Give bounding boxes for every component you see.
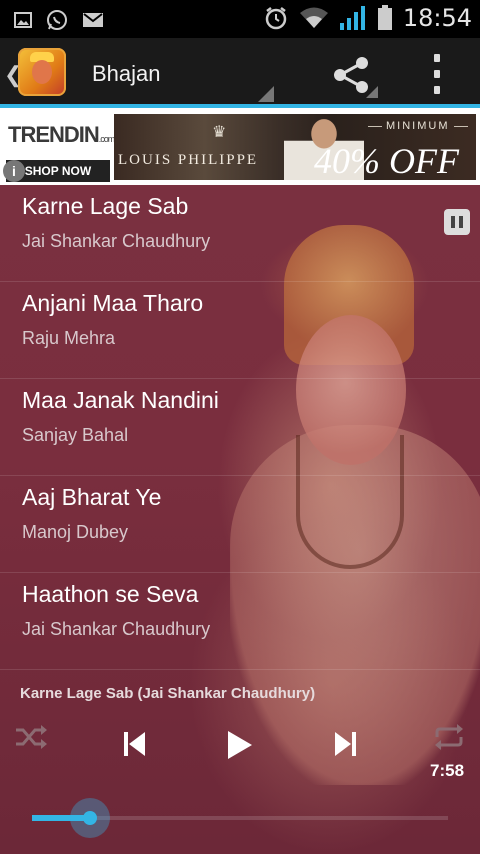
track-item[interactable]: Maa Janak Nandini Sanjay Bahal [0,379,480,476]
action-bar: ❮ Bhajan [0,38,480,108]
ad-brand1: TRENDIN [8,122,100,147]
ad-brand2: LOUIS PHILIPPE [118,152,259,168]
ad-offer: 40% OFF [314,141,459,180]
track-title: Maa Janak Nandini [22,387,219,413]
play-button[interactable] [222,727,256,763]
status-bar: 18:54 [0,0,480,38]
track-artist: Jai Shankar Chaudhury [22,619,211,639]
main-content: Karne Lage Sab Jai Shankar Chaudhury Anj… [0,185,480,854]
share-dropdown-indicator [366,86,378,98]
shuffle-icon [16,725,47,749]
seek-thumb[interactable] [70,798,111,838]
track-artist: Sanjay Bahal [22,425,129,445]
now-playing-label: Karne Lage Sab (Jai Shankar Chaudhury) [20,685,316,702]
shuffle-button[interactable] [14,723,48,751]
ad-info-icon[interactable]: i [3,160,25,182]
status-time: 18:54 [402,4,472,32]
wifi-icon [299,7,328,28]
picture-icon [14,12,32,28]
app-icon[interactable] [18,48,66,96]
duration-time: 7:58 [430,761,465,780]
repeat-button[interactable] [432,723,466,751]
track-item[interactable]: Karne Lage Sab Jai Shankar Chaudhury [0,185,480,282]
track-item[interactable]: Haathon se Seva Jai Shankar Chaudhury [0,573,480,670]
next-icon [335,732,356,756]
gmail-icon [83,13,103,27]
face-shape [32,60,52,84]
previous-button[interactable] [120,727,150,761]
track-title: Aaj Bharat Ye [22,484,162,510]
play-icon [228,731,252,759]
track-item[interactable]: Aaj Bharat Ye Manoj Dubey [0,476,480,573]
crown-icon: ♛ [212,124,227,141]
ad-offer-prefix: MINIMUM [364,120,472,132]
next-button[interactable] [330,727,360,761]
battery-icon [377,5,392,30]
track-artist: Raju Mehra [22,328,116,348]
track-title: Karne Lage Sab [22,193,189,219]
ad-banner[interactable]: TRENDIN.com SHOP NOW ♛ LOUIS PHILIPPE MI… [0,108,480,185]
whatsapp-icon [47,10,67,30]
track-title: Anjani Maa Tharo [22,290,204,316]
track-artist: Jai Shankar Chaudhury [22,231,211,251]
signal-icon [339,6,365,30]
track-artist: Manoj Dubey [22,522,129,542]
track-list: Karne Lage Sab Jai Shankar Chaudhury Anj… [0,185,480,670]
app-title[interactable]: Bhajan [92,61,161,87]
previous-icon [124,732,145,756]
title-dropdown-indicator [258,86,274,102]
overflow-menu-icon[interactable] [424,54,450,94]
track-title: Haathon se Seva [22,581,199,607]
alarm-icon [265,7,287,30]
repeat-icon [435,724,463,750]
track-item[interactable]: Anjani Maa Tharo Raju Mehra [0,282,480,379]
ad-trendin-logo: TRENDIN.com [8,122,115,148]
pause-icon[interactable] [444,209,470,235]
ad-brand1-suffix: .com [98,134,115,144]
ad-louis-philippe[interactable]: ♛ LOUIS PHILIPPE MINIMUM 40% OFF [114,114,476,180]
